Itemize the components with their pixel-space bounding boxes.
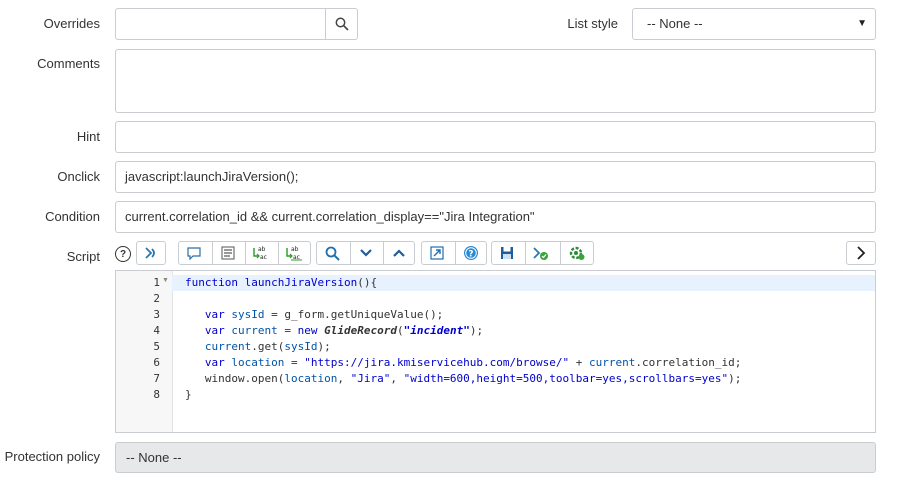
- script-help-button[interactable]: ?: [115, 246, 131, 262]
- comment-button[interactable]: [179, 242, 209, 264]
- script-debugger-button[interactable]: [562, 242, 592, 264]
- condition-input[interactable]: current.correlation_id && current.correl…: [115, 201, 876, 233]
- fullscreen-button[interactable]: [422, 242, 452, 264]
- fold-down-icon: [360, 249, 372, 257]
- line-number: 1: [153, 276, 160, 289]
- comment-icon: [187, 246, 201, 260]
- search-button[interactable]: [317, 242, 347, 264]
- line-number: 2: [153, 292, 160, 305]
- protection-policy-field: -- None --: [115, 442, 876, 473]
- help-icon: ?: [464, 246, 478, 260]
- hint-input[interactable]: [115, 121, 876, 153]
- onclick-label: Onclick: [57, 169, 100, 184]
- replace-icon: abac: [253, 246, 267, 261]
- fold-marker-icon[interactable]: ▼: [162, 277, 169, 284]
- search-icon: [325, 246, 340, 261]
- protection-policy-label: Protection policy: [4, 449, 100, 464]
- svg-text:ac: ac: [260, 254, 267, 261]
- code-line-8: }: [185, 388, 192, 401]
- hint-label: Hint: [76, 129, 100, 144]
- help-icon: ?: [119, 248, 127, 260]
- overrides-input[interactable]: [115, 8, 326, 40]
- script-debugger-icon: [569, 246, 585, 260]
- view-tools-group: ?: [421, 241, 487, 265]
- condition-label: Condition: [45, 209, 100, 224]
- line-number: 6: [153, 356, 160, 369]
- fold-up-button[interactable]: [384, 242, 414, 264]
- search-tools-group: [316, 241, 415, 265]
- action-tools-group: [491, 241, 594, 265]
- line-number: 8: [153, 388, 160, 401]
- editor-help-button[interactable]: ?: [456, 242, 486, 264]
- comments-textarea[interactable]: [115, 49, 876, 113]
- format-code-button[interactable]: [136, 241, 166, 265]
- line-number: 5: [153, 340, 160, 353]
- overrides-label: Overrides: [43, 16, 100, 31]
- code-line-3: var sysId = g_form.getUniqueValue();: [204, 308, 444, 321]
- toggle-comment-icon: [221, 246, 235, 260]
- save-icon: [501, 247, 513, 259]
- fullscreen-icon: [430, 246, 444, 260]
- line-number: 4: [153, 324, 160, 337]
- expand-right-icon: [857, 246, 866, 260]
- format-code-icon: [145, 247, 155, 259]
- code-line-5: current.get(sysId);: [204, 340, 331, 353]
- comment-tools-group: ab ac ab ac: [178, 241, 311, 265]
- line-number: 3: [153, 308, 160, 321]
- search-icon: [335, 17, 349, 31]
- svg-text:ab: ab: [291, 246, 299, 253]
- check-syntax-icon: [533, 247, 548, 260]
- save-button[interactable]: [492, 242, 522, 264]
- comments-label: Comments: [37, 56, 100, 71]
- svg-text:ab: ab: [258, 246, 266, 253]
- line-number: 7: [153, 372, 160, 385]
- replace-all-icon: abac: [286, 246, 302, 261]
- svg-text:?: ?: [468, 250, 473, 260]
- expand-right-button[interactable]: [846, 241, 876, 265]
- script-editor[interactable]: ▼ 1 2 3 4 5 6 7 8 function launchJiraVer…: [115, 270, 876, 433]
- toggle-comment-button[interactable]: [213, 242, 243, 264]
- check-syntax-button[interactable]: [526, 242, 556, 264]
- code-line-1: function launchJiraVersion(){: [185, 276, 378, 289]
- list-style-value: -- None --: [647, 16, 703, 31]
- fold-up-icon: [393, 249, 405, 257]
- dropdown-arrow-icon: ▼: [857, 18, 867, 29]
- list-style-select[interactable]: -- None -- ▼: [632, 8, 876, 40]
- fold-down-button[interactable]: [351, 242, 381, 264]
- code-line-6: var location = "https://jira.kmiserviceh…: [204, 356, 742, 369]
- replace-all-button[interactable]: ab ac: [279, 242, 309, 264]
- onclick-input[interactable]: javascript:launchJiraVersion();: [115, 161, 876, 193]
- overrides-search-button[interactable]: [326, 8, 358, 40]
- code-line-7: window.open(location, "Jira", "width=600…: [185, 372, 742, 385]
- list-style-label: List style: [567, 16, 618, 31]
- script-label: Script: [66, 249, 100, 264]
- replace-button[interactable]: ab ac: [246, 242, 276, 264]
- code-line-4: var current = new GlideRecord("incident"…: [204, 324, 484, 337]
